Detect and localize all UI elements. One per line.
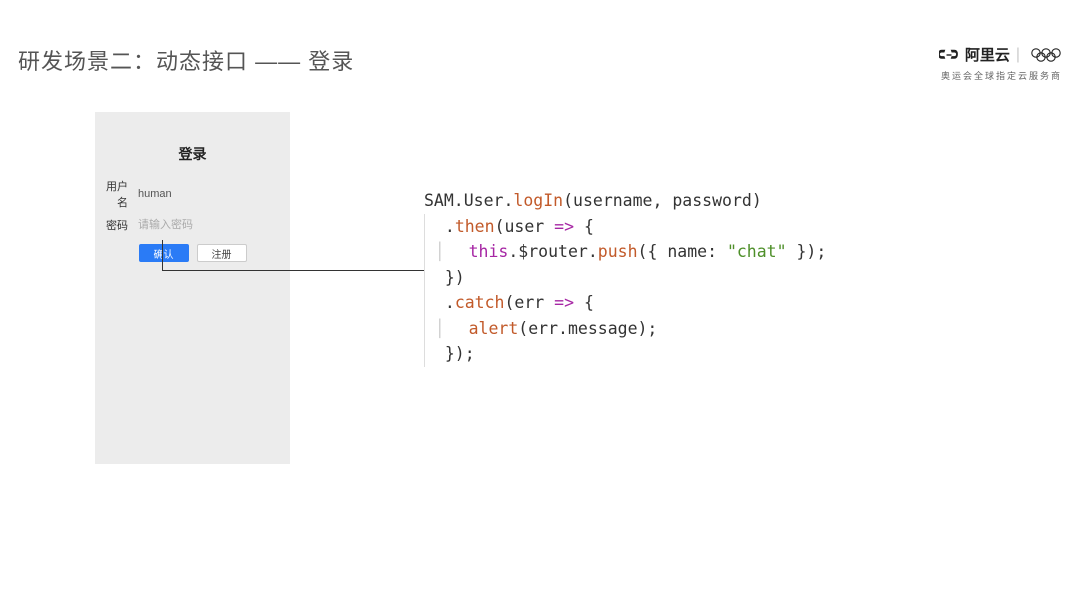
password-input[interactable] [138,216,280,234]
aliyun-icon [939,48,959,62]
brand-block: 阿里云 | 奥运会全球指定云服务商 [939,44,1062,82]
login-panel: 登录 用户名 密码 确认 注册 [95,112,290,464]
code-line-3: │ this.$router.push({ name: "chat" }); [424,239,826,265]
username-row: 用户名 [95,178,290,210]
code-line-1: SAM.User.logIn(username, password) [424,188,826,214]
code-line-5: .catch(err => { [424,290,826,316]
code-line-2: .then(user => { [424,214,826,240]
brand-name: 阿里云 [965,44,1010,65]
code-line-4: }) [424,265,826,291]
password-row: 密码 [95,216,290,234]
password-label: 密码 [105,217,128,233]
code-block: SAM.User.logIn(username, password) .then… [424,188,826,367]
slide-header: 研发场景二：动态接口 —— 登录 阿里云 | 奥运会全球指定云服务商 [18,44,1062,82]
login-title: 登录 [95,144,290,164]
connector-vertical [162,240,163,270]
slide-title: 研发场景二：动态接口 —— 登录 [18,44,354,76]
brand-subtitle: 奥运会全球指定云服务商 [939,69,1062,82]
username-input[interactable] [138,185,280,203]
register-button[interactable]: 注册 [197,244,247,262]
brand-divider: | [1016,46,1020,64]
username-label: 用户名 [105,178,128,210]
confirm-button[interactable]: 确认 [139,244,189,262]
code-line-6: │ alert(err.message); [424,316,826,342]
olympic-rings-icon [1030,47,1062,63]
button-row: 确认 注册 [95,244,290,262]
code-line-7: }); [424,341,826,367]
connector-horizontal [162,270,424,271]
